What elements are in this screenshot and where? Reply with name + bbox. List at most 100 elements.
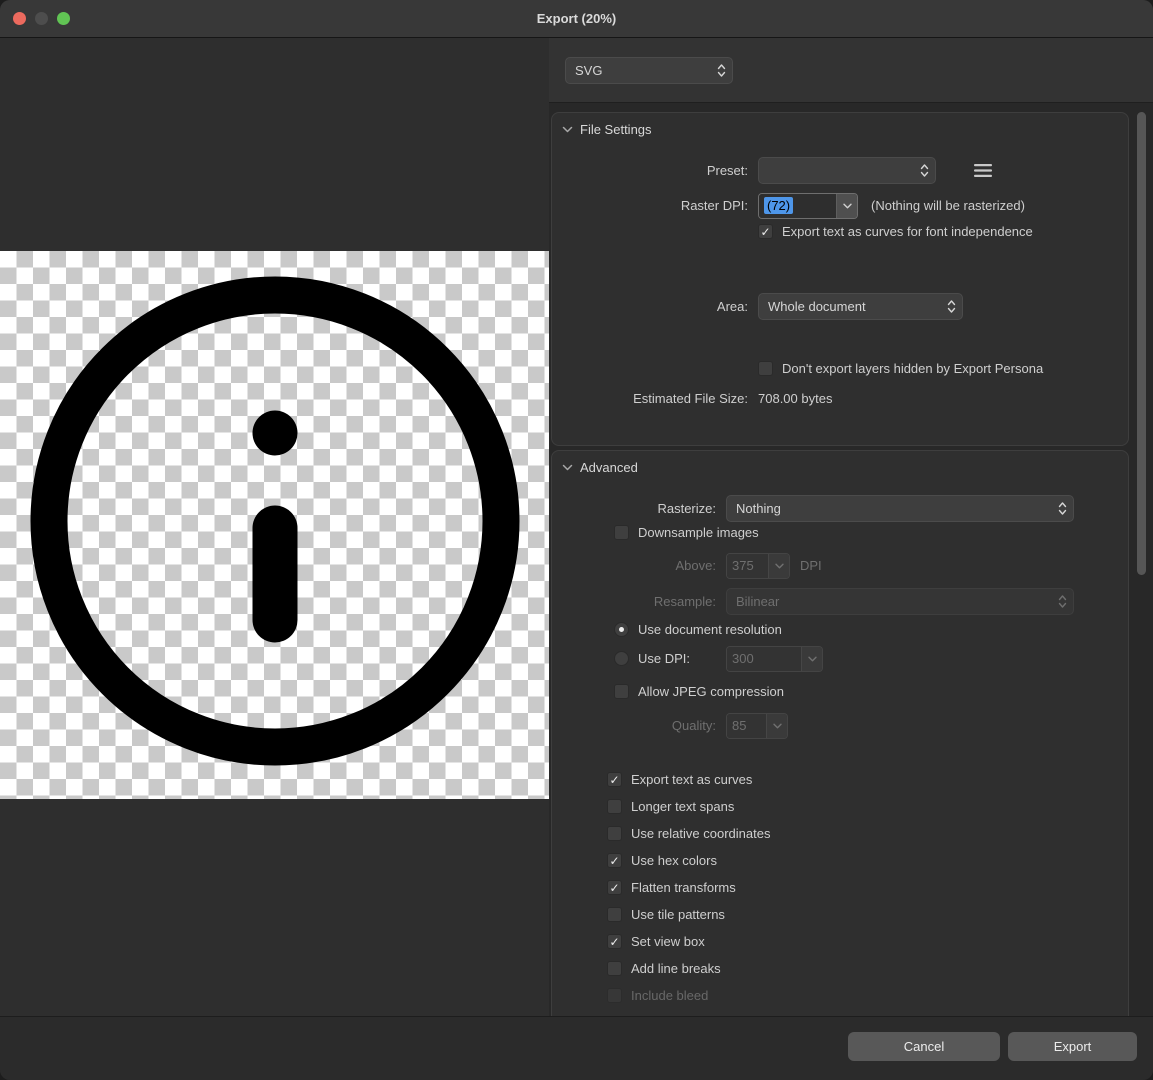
option-row[interactable]: Set view box [607,928,770,955]
option-row[interactable]: Use relative coordinates [607,820,770,847]
option-label: Add line breaks [631,961,721,976]
use-relative-coordinates-checkbox[interactable] [607,826,622,841]
use-document-resolution-label: Use document resolution [638,622,782,637]
rasterize-select[interactable]: Nothing [726,495,1074,522]
preset-select[interactable] [758,157,936,184]
jpeg-compression-row[interactable]: Allow JPEG compression [614,678,1116,705]
export-curves-font-row[interactable]: Export text as curves for font independe… [758,218,1116,245]
flatten-transforms-checkbox[interactable] [607,880,622,895]
use-dpi-row: Use DPI: 300 [552,645,1116,672]
option-row[interactable]: Add line breaks [607,955,770,982]
titlebar[interactable]: Export (20%) [0,0,1153,38]
use-dpi-caret-button [801,647,822,671]
advanced-title: Advanced [580,460,638,475]
use-document-resolution-row[interactable]: Use document resolution [614,616,1116,643]
above-row: Above: 375 DPI [552,552,1116,579]
quality-combo: 85 [726,713,788,739]
downsample-checkbox[interactable] [614,525,629,540]
chevron-down-icon [773,723,782,729]
traffic-lights [13,12,70,25]
longer-text-spans-checkbox[interactable] [607,799,622,814]
preset-menu-button[interactable] [974,164,992,177]
quality-label: Quality: [552,718,726,733]
dont-export-hidden-checkbox[interactable] [758,361,773,376]
above-dpi-caret-button [768,554,789,578]
above-dpi-field: 375 [727,554,768,578]
use-dpi-radio[interactable] [614,651,629,666]
disclosure-chevron-icon [562,126,573,133]
rasterize-row: Rasterize: Nothing [552,495,1116,522]
area-value: Whole document [768,299,947,314]
window-title: Export (20%) [537,11,616,26]
include-bleed-checkbox [607,988,622,1003]
estimated-size-label: Estimated File Size: [552,391,758,406]
set-view-box-checkbox[interactable] [607,934,622,949]
advanced-header[interactable]: Advanced [562,460,638,475]
rasterize-value: Nothing [736,501,1058,516]
use-dpi-combo: 300 [726,646,823,672]
chevron-down-icon [808,656,817,662]
zoom-button[interactable] [57,12,70,25]
format-strip: SVG [549,38,1153,103]
option-label: Use hex colors [631,853,717,868]
resample-select: Bilinear [726,588,1074,615]
estimated-size-value: 708.00 bytes [758,391,832,406]
estimated-size-row: Estimated File Size: 708.00 bytes [552,385,1116,412]
add-line-breaks-checkbox[interactable] [607,961,622,976]
dont-export-hidden-label: Don't export layers hidden by Export Per… [782,361,1043,376]
export-button[interactable]: Export [1008,1032,1137,1061]
scrollbar-thumb[interactable] [1137,112,1146,575]
option-row[interactable]: Use hex colors [607,847,770,874]
stepper-updown-icon [947,299,956,314]
rasterize-label: Rasterize: [552,501,726,516]
resample-value: Bilinear [736,594,1058,609]
dialog-footer: Cancel Export [0,1016,1153,1080]
above-unit-label: DPI [800,558,822,573]
jpeg-compression-label: Allow JPEG compression [638,684,784,699]
above-dpi-combo: 375 [726,553,790,579]
info-icon-artwork [0,251,549,799]
raster-dpi-combo[interactable]: (72) [758,193,858,219]
raster-dpi-selected-text: (72) [764,197,793,214]
advanced-panel: Advanced Rasterize: Nothing Downsample i… [551,450,1129,1016]
hamburger-menu-icon [974,164,992,177]
use-tile-patterns-checkbox[interactable] [607,907,622,922]
export-preview-pane [0,38,549,1016]
option-row[interactable]: Export text as curves [607,766,770,793]
format-value: SVG [575,63,717,78]
cancel-button[interactable]: Cancel [848,1032,1000,1061]
area-select[interactable]: Whole document [758,293,963,320]
stepper-updown-icon [1058,501,1067,516]
export-curves-font-checkbox[interactable] [758,224,773,239]
use-dpi-field: 300 [727,647,801,671]
option-label: Include bleed [631,988,708,1003]
preset-label: Preset: [552,163,758,178]
stepper-updown-icon [920,163,929,178]
option-label: Longer text spans [631,799,734,814]
option-label: Use tile patterns [631,907,725,922]
option-row[interactable]: Flatten transforms [607,874,770,901]
raster-dpi-label: Raster DPI: [552,198,758,213]
raster-dpi-field[interactable]: (72) [759,194,836,218]
export-dialog: Export (20%) SVG [0,0,1153,1080]
use-document-resolution-radio[interactable] [614,622,629,637]
option-row[interactable]: Use tile patterns [607,901,770,928]
downsample-row[interactable]: Downsample images [614,519,1116,546]
file-settings-header[interactable]: File Settings [562,122,652,137]
resample-row: Resample: Bilinear [552,588,1116,615]
use-dpi-label: Use DPI: [638,651,690,666]
file-settings-title: File Settings [580,122,652,137]
export-text-as-curves-checkbox[interactable] [607,772,622,787]
format-select[interactable]: SVG [565,57,733,84]
chevron-down-icon [775,563,784,569]
jpeg-compression-checkbox[interactable] [614,684,629,699]
area-row: Area: Whole document [552,293,1116,320]
use-hex-colors-checkbox[interactable] [607,853,622,868]
use-dpi-radio-group[interactable]: Use DPI: [614,645,690,672]
preset-row: Preset: [552,157,1116,184]
option-row[interactable]: Longer text spans [607,793,770,820]
close-button[interactable] [13,12,26,25]
dont-export-hidden-row[interactable]: Don't export layers hidden by Export Per… [758,355,1116,382]
svg-options-list: Export text as curves Longer text spans … [607,766,770,1009]
raster-dpi-caret-button[interactable] [836,194,857,218]
